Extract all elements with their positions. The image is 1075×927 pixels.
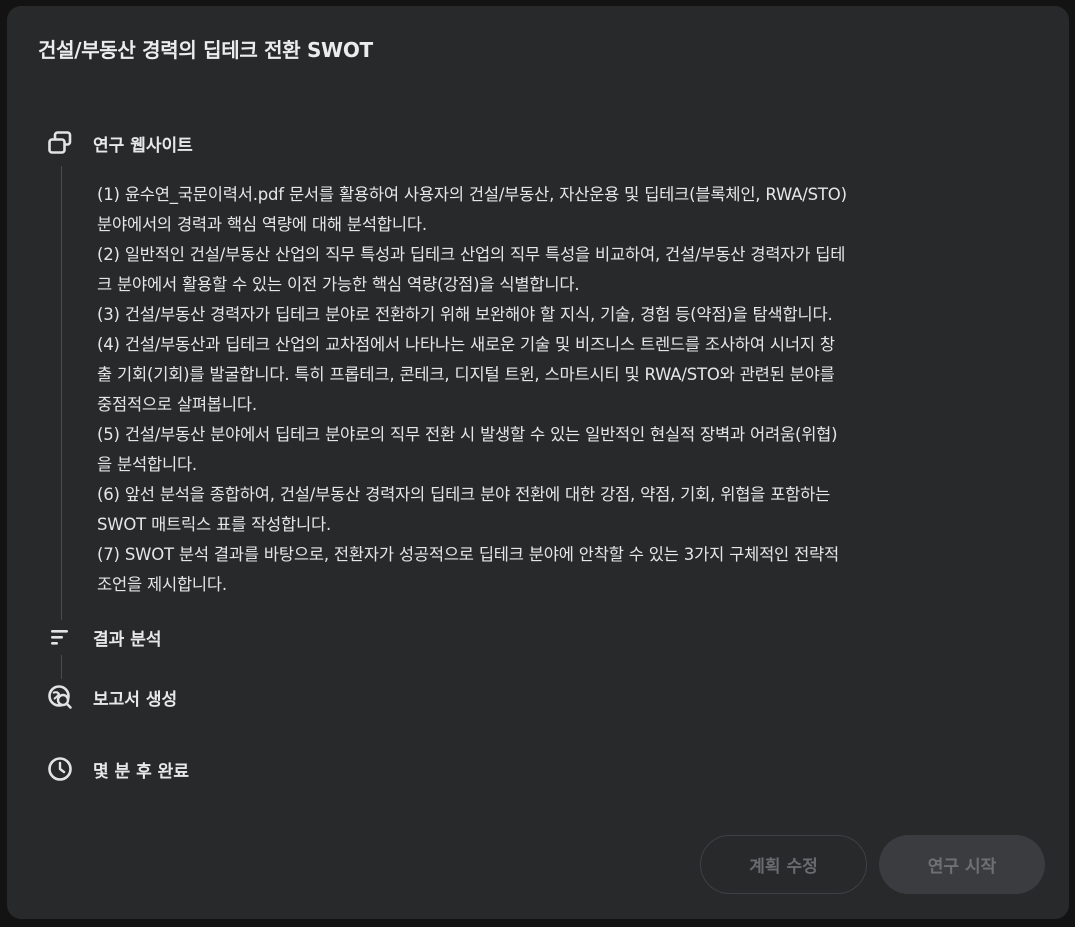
step-connector bbox=[61, 166, 62, 620]
step-connector bbox=[61, 655, 62, 679]
web-pages-icon bbox=[43, 126, 77, 160]
step-label: 몇 분 후 완료 bbox=[93, 761, 189, 782]
plan-line: 크 분야에서 활용할 수 있는 이전 가능한 핵심 역량(강점)을 식별합니다. bbox=[97, 275, 580, 294]
research-plan-card: 건설/부동산 경력의 딥테크 전환 SWOT 연구 웹사이트 (1) 윤수연_국… bbox=[7, 6, 1069, 919]
plan-line: (1) 윤수연_국문이력서.pdf 문서를 활용하여 사용자의 건설/부동산, … bbox=[97, 185, 847, 204]
start-research-button[interactable]: 연구 시작 bbox=[879, 835, 1045, 894]
plan-line: (4) 건설/부동산과 딥테크 산업의 교차점에서 나타나는 새로운 기술 및 … bbox=[97, 335, 835, 354]
step-research-websites: 연구 웹사이트 bbox=[43, 126, 193, 160]
step-label: 연구 웹사이트 bbox=[93, 135, 193, 156]
step-analyze-results: 결과 분석 bbox=[43, 620, 161, 654]
step-generate-report: 보고서 생성 bbox=[43, 680, 177, 714]
plan-line: (3) 건설/부동산 경력자가 딥테크 분야로 전환하기 위해 보완해야 할 지… bbox=[97, 305, 833, 324]
analysis-lines-icon bbox=[43, 620, 77, 654]
research-plan-list: (1) 윤수연_국문이력서.pdf 문서를 활용하여 사용자의 건설/부동산, … bbox=[97, 180, 1057, 600]
plan-title: 건설/부동산 경력의 딥테크 전환 SWOT bbox=[38, 38, 373, 62]
step-label: 결과 분석 bbox=[93, 629, 162, 650]
plan-line: (2) 일반적인 건설/부동산 산업의 직무 특성과 딥테크 산업의 직무 특성… bbox=[97, 245, 846, 264]
plan-line: (5) 건설/부동산 분야에서 딥테크 분야로의 직무 전환 시 발생할 수 있… bbox=[97, 425, 838, 444]
plan-line: 분야에서의 경력과 핵심 역량에 대해 분석합니다. bbox=[97, 215, 427, 234]
plan-line: SWOT 매트릭스 표를 작성합니다. bbox=[97, 515, 332, 534]
plan-line: 중점적으로 살펴봅니다. bbox=[97, 395, 257, 414]
plan-line: 조언을 제시합니다. bbox=[97, 575, 227, 594]
clock-icon bbox=[43, 752, 77, 786]
edit-plan-button[interactable]: 계획 수정 bbox=[700, 835, 867, 894]
plan-line: (6) 앞선 분석을 종합하여, 건설/부동산 경력자의 딥테크 분야 전환에 … bbox=[97, 485, 831, 504]
step-eta: 몇 분 후 완료 bbox=[43, 752, 189, 786]
report-search-icon bbox=[43, 680, 77, 714]
plan-line: 출 기회(기회)를 발굴합니다. 특히 프롭테크, 콘테크, 디지털 트윈, 스… bbox=[97, 365, 835, 384]
step-label: 보고서 생성 bbox=[93, 689, 178, 710]
plan-line: (7) SWOT 분석 결과를 바탕으로, 전환자가 성공적으로 딥테크 분야에… bbox=[97, 545, 840, 564]
plan-line: 을 분석합니다. bbox=[97, 455, 197, 474]
